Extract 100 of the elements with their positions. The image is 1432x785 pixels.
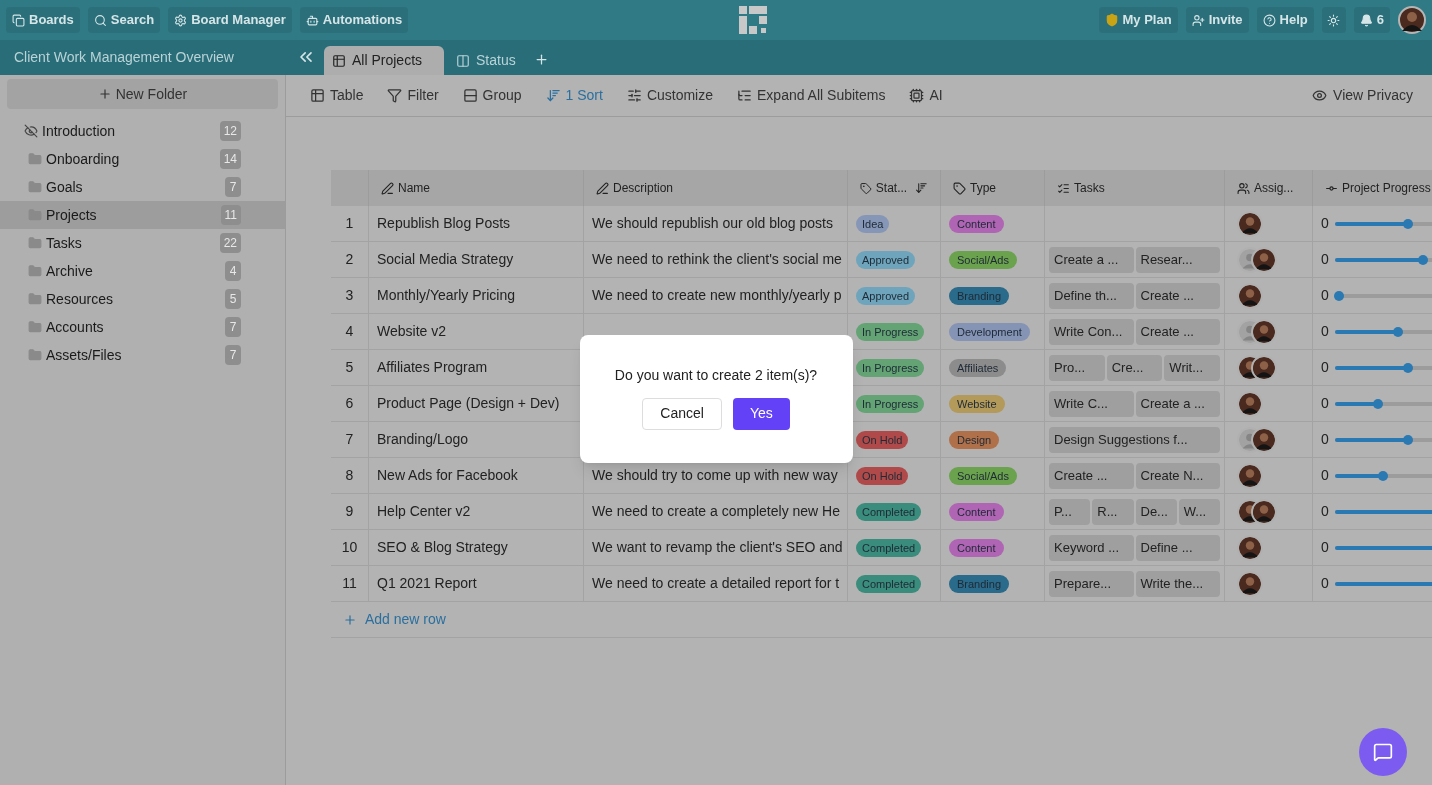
task-chip[interactable]: Write Con... bbox=[1049, 318, 1134, 345]
task-chip[interactable]: Resear... bbox=[1135, 246, 1220, 273]
add-tab-icon[interactable] bbox=[533, 52, 549, 67]
invite-button[interactable]: Invite bbox=[1185, 7, 1249, 33]
task-chip[interactable]: Create a ... bbox=[1049, 246, 1134, 273]
progress-slider[interactable] bbox=[1334, 581, 1432, 586]
task-chip[interactable]: Pro... bbox=[1049, 354, 1105, 381]
theme-button[interactable] bbox=[1321, 7, 1346, 33]
task-chip[interactable]: Writ... bbox=[1164, 354, 1220, 381]
type-tag: Affiliates bbox=[949, 358, 1007, 377]
task-chip[interactable]: Write the... bbox=[1135, 570, 1220, 597]
toolbar-button[interactable]: Table bbox=[310, 85, 364, 106]
progress-slider[interactable] bbox=[1334, 401, 1432, 406]
nav-button[interactable]: Board Manager bbox=[168, 7, 292, 33]
progress-slider[interactable] bbox=[1334, 365, 1432, 370]
toolbar-button[interactable]: Filter bbox=[387, 85, 439, 106]
nav-button[interactable]: Automations bbox=[299, 7, 409, 33]
column-header[interactable]: Project Progress bbox=[1313, 170, 1432, 206]
task-chip[interactable]: Create a ... bbox=[1135, 390, 1220, 417]
task-chip[interactable]: Define ... bbox=[1135, 534, 1220, 561]
users-icon bbox=[1237, 181, 1250, 195]
progress-slider[interactable] bbox=[1334, 257, 1432, 262]
column-header[interactable]: Assig... bbox=[1225, 170, 1313, 206]
toolbar-button[interactable]: Expand All Subitems bbox=[737, 85, 886, 106]
row-number: 10 bbox=[331, 530, 369, 565]
confirm-button[interactable]: Yes bbox=[732, 397, 790, 430]
column-header[interactable]: Type bbox=[941, 170, 1045, 206]
chip-icon bbox=[909, 88, 925, 103]
progress-slider[interactable] bbox=[1334, 473, 1432, 478]
progress-slider[interactable] bbox=[1334, 509, 1432, 514]
task-chip[interactable]: Define th... bbox=[1049, 282, 1134, 309]
avatar bbox=[1251, 318, 1277, 345]
search-icon bbox=[93, 13, 107, 27]
column-header[interactable]: Tasks bbox=[1045, 170, 1225, 206]
task-chip[interactable]: Write C... bbox=[1049, 390, 1134, 417]
task-chip[interactable]: Create N... bbox=[1135, 462, 1220, 489]
progress-slider[interactable] bbox=[1334, 545, 1432, 550]
chat-button[interactable] bbox=[1359, 728, 1407, 776]
notifications-button[interactable]: 6 bbox=[1353, 7, 1390, 33]
nav-button[interactable]: Boards bbox=[6, 7, 80, 33]
task-chip[interactable]: Keyword ... bbox=[1049, 534, 1134, 561]
task-chip[interactable]: De... bbox=[1135, 498, 1177, 525]
row-number: 3 bbox=[331, 278, 369, 313]
column-header[interactable]: Description bbox=[584, 170, 848, 206]
folder-name: Archive bbox=[46, 261, 94, 281]
progress-slider[interactable] bbox=[1334, 293, 1432, 298]
progress-value: 0 bbox=[1321, 250, 1329, 269]
plan-button[interactable]: My Plan bbox=[1098, 7, 1178, 33]
folder-name: Accounts bbox=[46, 317, 105, 337]
sidebar-item[interactable]: Projects 11 bbox=[0, 201, 285, 229]
progress-value: 0 bbox=[1321, 322, 1329, 341]
task-chip[interactable]: Create ... bbox=[1135, 318, 1220, 345]
progress-slider[interactable] bbox=[1334, 329, 1432, 334]
column-header[interactable]: Name bbox=[369, 170, 584, 206]
toolbar-button[interactable]: AI bbox=[909, 85, 943, 106]
toolbar-button[interactable]: Customize bbox=[626, 85, 713, 106]
progress-slider[interactable] bbox=[1334, 221, 1432, 226]
task-chip[interactable]: Cre... bbox=[1106, 354, 1163, 381]
eye-icon bbox=[1312, 88, 1328, 103]
type-tag: Social/Ads bbox=[949, 250, 1017, 269]
view-tab[interactable]: All Projects bbox=[324, 46, 444, 75]
task-chip[interactable]: Prepare... bbox=[1049, 570, 1134, 597]
avatar bbox=[1237, 210, 1263, 237]
cancel-button[interactable]: Cancel bbox=[642, 397, 722, 430]
task-chip[interactable]: P... bbox=[1049, 498, 1091, 525]
avatar bbox=[1251, 426, 1277, 453]
table-cell-text: We need to create a detailed report for t bbox=[592, 574, 840, 593]
progress-slider[interactable] bbox=[1334, 437, 1432, 442]
row-number: 7 bbox=[331, 422, 369, 457]
task-chip[interactable]: Design Suggestions f... bbox=[1049, 426, 1220, 453]
pen-icon bbox=[596, 181, 609, 195]
view-privacy-button[interactable]: View Privacy bbox=[1312, 85, 1413, 106]
item-count: 7 bbox=[225, 345, 241, 365]
new-folder-button[interactable]: New Folder bbox=[7, 79, 278, 109]
row-number: 6 bbox=[331, 386, 369, 421]
folder-icon bbox=[28, 348, 42, 362]
folder-icon bbox=[28, 236, 42, 250]
status-tag: In Progress bbox=[856, 358, 925, 377]
nav-button[interactable]: Search bbox=[87, 7, 161, 33]
task-chip[interactable]: Create ... bbox=[1135, 282, 1220, 309]
item-count: 7 bbox=[225, 317, 241, 337]
shield-icon bbox=[1104, 13, 1119, 27]
column-header[interactable]: Stat... bbox=[848, 170, 941, 206]
view-tab[interactable]: Status bbox=[448, 46, 524, 75]
type-tag: Branding bbox=[949, 286, 1010, 305]
status-tag: Completed bbox=[856, 574, 922, 593]
folder-name: Introduction bbox=[42, 121, 117, 141]
table-cell-text: We need to create a completely new He bbox=[592, 502, 840, 521]
help-button[interactable]: Help bbox=[1256, 7, 1314, 33]
task-chip[interactable]: R... bbox=[1092, 498, 1134, 525]
toolbar-button[interactable]: Group bbox=[462, 85, 522, 106]
user-avatar[interactable] bbox=[1398, 6, 1426, 34]
task-chip[interactable]: W... bbox=[1178, 498, 1220, 525]
status-tag: Idea bbox=[856, 214, 890, 233]
filter-icon bbox=[387, 88, 403, 103]
task-chip[interactable]: Create ... bbox=[1049, 462, 1134, 489]
progress-value: 0 bbox=[1321, 214, 1329, 233]
status-tag: In Progress bbox=[856, 394, 925, 413]
folder-name: Resources bbox=[46, 289, 114, 309]
table-cell-text: We should republish our old blog posts bbox=[592, 214, 833, 233]
